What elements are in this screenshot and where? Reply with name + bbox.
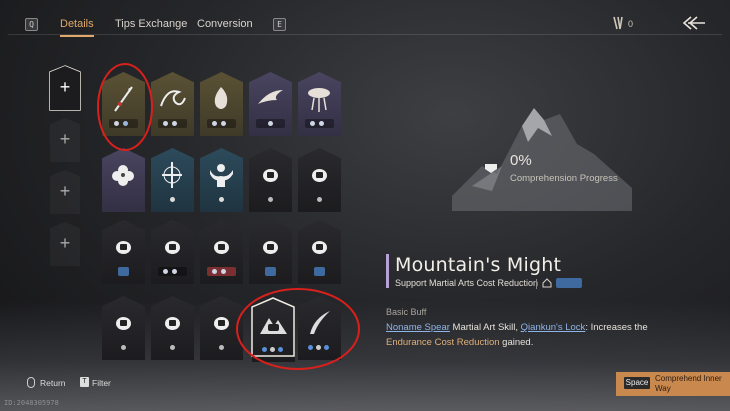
inner-way-card-locked[interactable] (151, 220, 194, 284)
skill-description: Noname Spear Martial Art Skill, Qiankun'… (386, 320, 666, 350)
title-accent-bar (386, 254, 389, 288)
inner-way-card-bird[interactable] (249, 72, 292, 136)
inner-way-card-locked[interactable] (298, 148, 341, 212)
annotation-circle-selected (236, 288, 360, 370)
inner-way-slot-1[interactable]: + (50, 66, 80, 110)
locked-icon (165, 317, 180, 330)
currency-icon (613, 16, 623, 30)
inner-way-slot-2[interactable]: + (50, 118, 80, 162)
annotation-circle-spear (97, 63, 153, 151)
link-qiankuns-lock[interactable]: Qiankun's Lock (521, 322, 586, 333)
inner-way-card-locked[interactable] (249, 220, 292, 284)
tab-tips-exchange[interactable]: Tips Exchange (115, 18, 187, 30)
skill-title: Mountain's Might (395, 254, 562, 276)
comprehension-icon (485, 164, 497, 173)
prev-tab-key[interactable]: Q (25, 18, 38, 31)
inner-way-card-locked[interactable] (151, 296, 194, 360)
inner-way-card-sword-cross[interactable] (151, 148, 194, 212)
plus-icon: + (59, 181, 71, 201)
locked-icon (214, 317, 229, 330)
space-key: Space (624, 377, 650, 389)
comprehension-percent: 0% (510, 152, 532, 169)
link-noname-spear[interactable]: Noname Spear (386, 322, 450, 333)
locked-icon (165, 241, 180, 254)
inner-way-card-storm[interactable] (298, 72, 341, 136)
section-label: Basic Buff (386, 307, 427, 317)
inner-way-card-flame[interactable] (200, 72, 243, 136)
mouse-icon (27, 377, 35, 388)
locked-icon (263, 169, 278, 182)
inner-way-card-locked[interactable] (200, 220, 243, 284)
tab-conversion[interactable]: Conversion (197, 18, 253, 30)
locked-icon (312, 241, 327, 254)
return-hint[interactable]: Return (40, 378, 66, 388)
home-icon (542, 278, 552, 288)
currency-count: 0 (628, 19, 634, 29)
inner-way-card-strongman[interactable] (200, 148, 243, 212)
tab-details[interactable]: Details (60, 18, 94, 37)
inner-way-card-wave[interactable] (151, 72, 194, 136)
plus-icon: + (59, 129, 71, 149)
flame-icon (214, 87, 228, 109)
watermark-id: ID:2048305978 (4, 399, 59, 407)
inner-way-slot-4[interactable]: + (50, 222, 80, 266)
plus-icon: + (59, 233, 71, 253)
locked-icon (312, 169, 327, 182)
skill-type-badge (556, 278, 582, 288)
flower-icon (112, 165, 134, 186)
storm-icon (308, 88, 330, 112)
strongman-icon (210, 164, 233, 187)
inner-way-card-flower[interactable] (102, 148, 145, 212)
subtitle-divider (536, 279, 537, 289)
desc-text: gained. (499, 337, 534, 348)
inner-way-card-locked[interactable] (249, 148, 292, 212)
comprehension-label: Comprehension Progress (510, 173, 618, 184)
next-tab-key[interactable]: E (273, 18, 286, 31)
wave-icon (160, 90, 186, 107)
filter-key: T (80, 377, 89, 387)
desc-highlight: Endurance Cost Reduction (386, 337, 500, 348)
desc-text: Martial Art Skill, (449, 322, 521, 333)
top-bar: Q Details Tips Exchange Conversion E 0 (0, 0, 730, 42)
locked-icon (214, 241, 229, 254)
inner-way-card-locked[interactable] (298, 220, 341, 284)
header-divider (8, 34, 722, 35)
inner-way-card-locked[interactable] (102, 220, 145, 284)
locked-icon (116, 241, 131, 254)
desc-text: : Increases the (585, 322, 648, 333)
locked-icon (263, 241, 278, 254)
plus-icon: + (59, 77, 71, 97)
comprehend-label: Comprehend Inner Way (655, 374, 722, 393)
locked-icon (116, 317, 131, 330)
sword-cross-icon (162, 162, 182, 188)
inner-way-slot-3[interactable]: + (50, 170, 80, 214)
inner-way-card-locked[interactable] (102, 296, 145, 360)
skill-subtitle: Support Martial Arts Cost Reduction (395, 278, 539, 288)
bird-icon (258, 90, 283, 104)
mountain-illustration (452, 108, 632, 211)
back-arrow-icon[interactable] (682, 15, 706, 31)
filter-hint[interactable]: Filter (92, 378, 111, 388)
